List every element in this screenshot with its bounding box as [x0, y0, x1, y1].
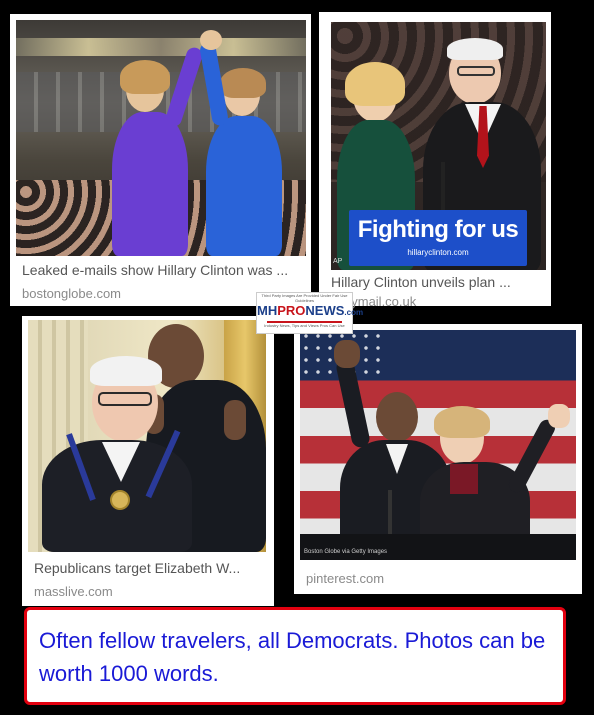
- mhpronews-watermark: Third Party Images Are Provided Under Fa…: [256, 292, 363, 334]
- mhpronews-logo: MHPRONEWS.com: [257, 303, 363, 321]
- logo-mid: PRO: [277, 303, 306, 318]
- result-source[interactable]: masslive.com: [34, 584, 113, 599]
- logo-prefix: MH: [257, 303, 278, 318]
- result-source[interactable]: bostonglobe.com: [22, 286, 121, 301]
- result-source[interactable]: pinterest.com: [306, 571, 384, 586]
- result-caption[interactable]: Hillary Clinton unveils plan ...: [331, 274, 539, 290]
- image-result-card-3[interactable]: Republicans target Elizabeth W... massli…: [22, 316, 274, 606]
- result-photo-2[interactable]: Fighting for us hillaryclinton.com AP: [331, 22, 546, 270]
- result-photo-4[interactable]: Boston Globe via Getty Images: [300, 330, 576, 560]
- sign-subtext: hillaryclinton.com: [407, 248, 469, 257]
- logo-tld: .com: [344, 308, 364, 317]
- commentary-text: Often fellow travelers, all Democrats. P…: [39, 628, 546, 686]
- sign-text: Fighting for us: [357, 216, 519, 243]
- image-result-card-2[interactable]: Fighting for us hillaryclinton.com AP Hi…: [319, 12, 551, 309]
- logo-suffix: NEWS: [305, 303, 345, 318]
- commentary-box: Often fellow travelers, all Democrats. P…: [24, 607, 566, 705]
- result-caption[interactable]: Republicans target Elizabeth W...: [34, 560, 266, 576]
- result-photo-1[interactable]: [16, 20, 306, 256]
- logo-tagline: Industry News, Tips and Views Pros Can U…: [264, 323, 345, 328]
- image-result-card-1[interactable]: Leaked e-mails show Hillary Clinton was …: [10, 14, 311, 306]
- result-photo-3[interactable]: [28, 320, 266, 552]
- fair-use-notice: Third Party Images Are Provided Under Fa…: [261, 293, 348, 303]
- result-caption[interactable]: Leaked e-mails show Hillary Clinton was …: [22, 262, 302, 278]
- campaign-sign: Fighting for us hillaryclinton.com: [349, 210, 527, 266]
- photo-credit: Boston Globe via Getty Images: [304, 549, 388, 555]
- image-result-card-4[interactable]: Boston Globe via Getty Images pinterest.…: [294, 324, 582, 594]
- photo-corner-tag: AP: [333, 258, 343, 265]
